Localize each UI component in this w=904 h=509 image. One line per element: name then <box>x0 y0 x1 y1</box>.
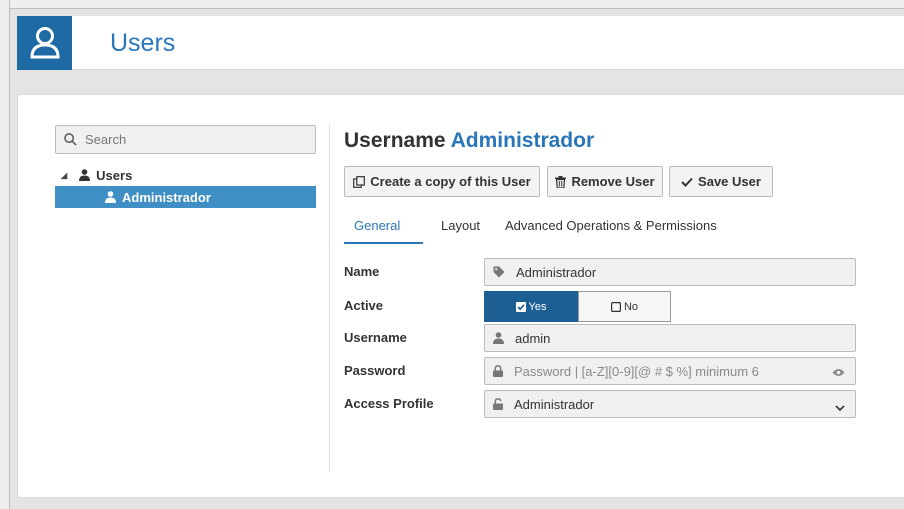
yes-label: Yes <box>528 300 547 313</box>
tree-node-label: Users <box>96 167 133 183</box>
page-title: Users <box>110 29 176 57</box>
password-placeholder: Password | [a-Z][0-9][@ # $ %] minimum 6 <box>514 363 759 379</box>
checked-checkbox-icon <box>515 301 526 312</box>
active-toggle: Yes No <box>484 291 671 322</box>
search-icon <box>64 133 77 146</box>
name-value: Administrador <box>516 264 597 280</box>
tab-advanced-operations[interactable]: Advanced Operations & Permissions <box>505 218 717 233</box>
tab-general[interactable]: General <box>354 218 400 233</box>
username-field[interactable]: admin <box>484 324 856 352</box>
search-placeholder: Search <box>85 132 127 147</box>
tree-node-label: Administrador <box>122 189 211 205</box>
content-panel: Search ◢ Users Administrador Username Ad… <box>17 94 904 498</box>
search-input[interactable]: Search <box>55 125 316 154</box>
user-icon <box>17 16 72 70</box>
unlock-icon <box>493 398 503 410</box>
save-user-button[interactable]: Save User <box>669 166 773 197</box>
unchecked-checkbox-icon <box>610 301 621 312</box>
user-icon <box>493 332 504 344</box>
access-profile-label: Access Profile <box>344 396 434 411</box>
eye-icon[interactable] <box>832 365 845 380</box>
active-yes-option[interactable]: Yes <box>484 291 578 322</box>
window-frame-left <box>0 0 10 509</box>
access-profile-value: Administrador <box>514 396 595 412</box>
divider <box>329 125 330 471</box>
name-field[interactable]: Administrador <box>484 258 856 286</box>
heading-value: Administrador <box>450 129 595 152</box>
button-label: Remove User <box>571 174 655 189</box>
active-tab-indicator <box>344 242 423 244</box>
button-label: Save User <box>698 174 761 189</box>
username-label: Username <box>344 330 407 345</box>
chevron-down-icon[interactable] <box>835 400 845 415</box>
copy-icon <box>353 175 366 188</box>
user-heading: Username Administrador <box>344 129 594 153</box>
form-row-password: Password Password | [a-Z][0-9][@ # $ %] … <box>344 357 856 385</box>
active-no-option[interactable]: No <box>578 291 671 322</box>
form-row-active: Active Yes No <box>344 291 856 322</box>
user-icon <box>79 169 91 181</box>
form-row-access-profile: Access Profile Administrador <box>344 390 856 418</box>
copy-user-button[interactable]: Create a copy of this User <box>344 166 540 197</box>
no-label: No <box>623 300 639 313</box>
tab-layout[interactable]: Layout <box>441 218 480 233</box>
tree-node-users[interactable]: ◢ Users <box>61 166 132 184</box>
tree-node-administrador[interactable]: Administrador <box>55 186 316 208</box>
active-label: Active <box>344 298 384 313</box>
tab-bar: General Layout Advanced Operations & Per… <box>344 213 904 244</box>
trash-icon <box>555 175 567 188</box>
form-row-username: Username admin <box>344 324 856 352</box>
name-label: Name <box>344 264 380 279</box>
access-profile-select[interactable]: Administrador <box>484 390 856 418</box>
tag-icon <box>493 266 505 278</box>
window-frame-top <box>0 0 904 9</box>
heading-prefix: Username <box>344 129 446 152</box>
remove-user-button[interactable]: Remove User <box>547 166 663 197</box>
lock-icon <box>493 365 503 377</box>
password-field[interactable]: Password | [a-Z][0-9][@ # $ %] minimum 6 <box>484 357 856 385</box>
button-label: Create a copy of this User <box>370 174 531 189</box>
username-value: admin <box>515 330 551 346</box>
check-icon <box>681 177 693 187</box>
page-header: Users <box>17 16 904 70</box>
password-label: Password <box>344 363 406 378</box>
form-row-name: Name Administrador <box>344 258 856 286</box>
user-icon <box>105 191 116 203</box>
collapse-triangle-icon[interactable]: ◢ <box>61 171 67 180</box>
